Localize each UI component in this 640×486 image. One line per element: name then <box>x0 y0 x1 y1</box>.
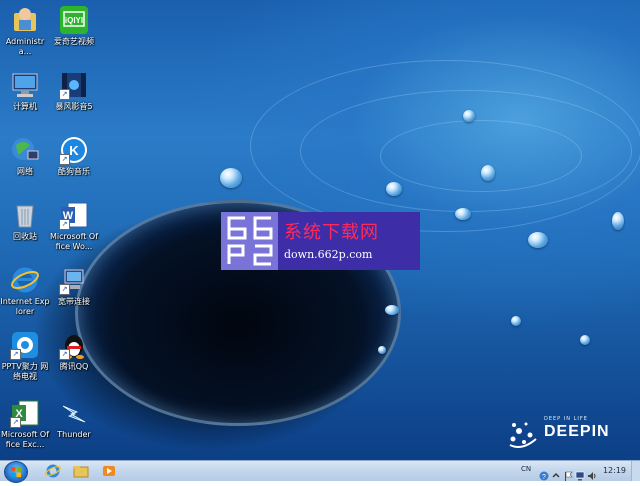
media-player-icon <box>103 466 115 476</box>
taskbar-media-player[interactable] <box>100 463 118 479</box>
iqiyi-icon: iQIYI <box>59 5 89 35</box>
system-tray: CN ? 12:19 <box>515 461 640 481</box>
network-icon <box>10 135 40 165</box>
icon-label: 腾讯QQ <box>59 362 89 371</box>
pptv-icon: ↗ <box>10 330 40 360</box>
shortcut-arrow-icon: ↗ <box>59 89 70 100</box>
water-drop <box>385 305 399 315</box>
watermark-banner: 系统下载网 down.662p.com <box>221 212 420 270</box>
icon-label: 宽带连接 <box>58 297 90 306</box>
icon-label: Microsoft Office Wo... <box>49 232 99 251</box>
shortcut-arrow-icon: ↗ <box>59 219 70 230</box>
icon-label: 回收站 <box>13 232 37 241</box>
taskbar-internet-explorer[interactable] <box>44 463 62 479</box>
desktop-icon-iqiyi[interactable]: iQIYI 爱奇艺视频 <box>49 5 99 47</box>
recycle-bin-icon <box>10 200 40 230</box>
desktop-icon-network[interactable]: 网络 <box>0 135 50 177</box>
icon-label: 暴风影音5 <box>55 102 93 111</box>
desktop-icon-computer[interactable]: 计算机 <box>0 70 50 112</box>
qq-icon: ↗ <box>59 330 89 360</box>
icon-label: Internet Explorer <box>0 297 50 316</box>
computer-icon <box>10 70 40 100</box>
deepin-brand: DEEP IN LIFE DEEPIN <box>506 413 636 453</box>
icon-label: Microsoft Office Exc... <box>0 430 50 449</box>
volume-icon[interactable] <box>587 466 597 480</box>
water-drop <box>612 212 624 230</box>
icon-label: 网络 <box>17 167 33 176</box>
help-icon[interactable]: ? <box>539 466 549 481</box>
watermark-text: 系统下载网 down.662p.com <box>278 212 420 270</box>
water-drop <box>463 110 475 122</box>
desktop-icon-excel[interactable]: X ↗ Microsoft Office Exc... <box>0 398 50 450</box>
water-drop <box>455 208 471 220</box>
shortcut-arrow-icon: ↗ <box>59 349 70 360</box>
desktop-icon-internet-explorer[interactable]: Internet Explorer <box>0 265 50 317</box>
water-drop <box>378 346 386 354</box>
broadband-icon: ↗ <box>59 265 89 295</box>
watermark-title: 系统下载网 <box>284 222 379 243</box>
tray-arrow-icon[interactable] <box>551 466 561 478</box>
icon-label: Administra... <box>5 37 45 56</box>
desktop-icon-qq[interactable]: ↗ 腾讯QQ <box>49 330 99 372</box>
network-status-icon[interactable] <box>575 466 585 481</box>
water-drop <box>481 165 495 181</box>
icon-label: 爱奇艺视频 <box>54 37 94 46</box>
internet-explorer-icon <box>10 265 40 295</box>
desktop-icon-broadband[interactable]: ↗ 宽带连接 <box>49 265 99 307</box>
taskbar-explorer[interactable] <box>72 463 90 479</box>
desktop: Administra... 计算机 网络 回收站 Internet Explor… <box>0 0 640 460</box>
deepin-logo-icon <box>509 422 537 448</box>
water-drop <box>528 232 548 248</box>
word-icon: W ↗ <box>59 200 89 230</box>
icon-label: PPTV聚力 网络电视 <box>1 362 49 381</box>
desktop-icon-baofeng[interactable]: ↗ 暴风影音5 <box>49 70 99 112</box>
svg-text:iQIYI: iQIYI <box>65 16 83 25</box>
thunder-icon <box>59 398 89 428</box>
desktop-icon-administrator[interactable]: Administra... <box>0 5 50 57</box>
excel-icon: X ↗ <box>10 398 40 428</box>
desktop-icon-thunder[interactable]: Thunder <box>49 398 99 440</box>
desktop-icon-word[interactable]: W ↗ Microsoft Office Wo... <box>49 200 99 252</box>
icon-label: Thunder <box>57 430 91 439</box>
desktop-icon-pptv[interactable]: ↗ PPTV聚力 网络电视 <box>0 330 50 382</box>
internet-explorer-icon <box>45 464 61 478</box>
show-desktop-button[interactable] <box>631 461 640 481</box>
taskbar-clock[interactable]: 12:19 <box>603 466 626 475</box>
shortcut-arrow-icon: ↗ <box>10 417 21 428</box>
water-drop <box>580 335 590 345</box>
shortcut-arrow-icon: ↗ <box>59 284 70 295</box>
ime-indicator[interactable]: CN <box>521 465 535 475</box>
kugou-icon: K ↗ <box>59 135 89 165</box>
explorer-folder-icon <box>73 466 89 478</box>
user-folder-icon <box>10 5 40 35</box>
taskbar: CN ? 12:19 <box>0 460 640 483</box>
desktop-icon-recycle-bin[interactable]: 回收站 <box>0 200 50 242</box>
deepin-tagline: DEEP IN LIFE <box>544 416 588 422</box>
icon-label: 酷狗音乐 <box>58 167 90 176</box>
deepin-name: DEEPIN <box>544 423 610 440</box>
watermark-url: down.662p.com <box>284 248 373 261</box>
windows-logo-icon <box>11 467 21 477</box>
action-center-flag-icon[interactable] <box>563 466 573 481</box>
water-drop <box>220 168 242 188</box>
watermark-logo-graphic <box>227 216 273 266</box>
water-drop <box>511 316 521 326</box>
water-drop <box>386 182 402 196</box>
desktop-icon-kugou[interactable]: K ↗ 酷狗音乐 <box>49 135 99 177</box>
icon-label: 计算机 <box>13 102 37 111</box>
shortcut-arrow-icon: ↗ <box>10 349 21 360</box>
svg-text:K: K <box>69 143 79 158</box>
baofeng-icon: ↗ <box>59 70 89 100</box>
wallpaper-ripple <box>380 120 582 192</box>
shortcut-arrow-icon: ↗ <box>59 154 70 165</box>
watermark-logo <box>221 212 278 270</box>
